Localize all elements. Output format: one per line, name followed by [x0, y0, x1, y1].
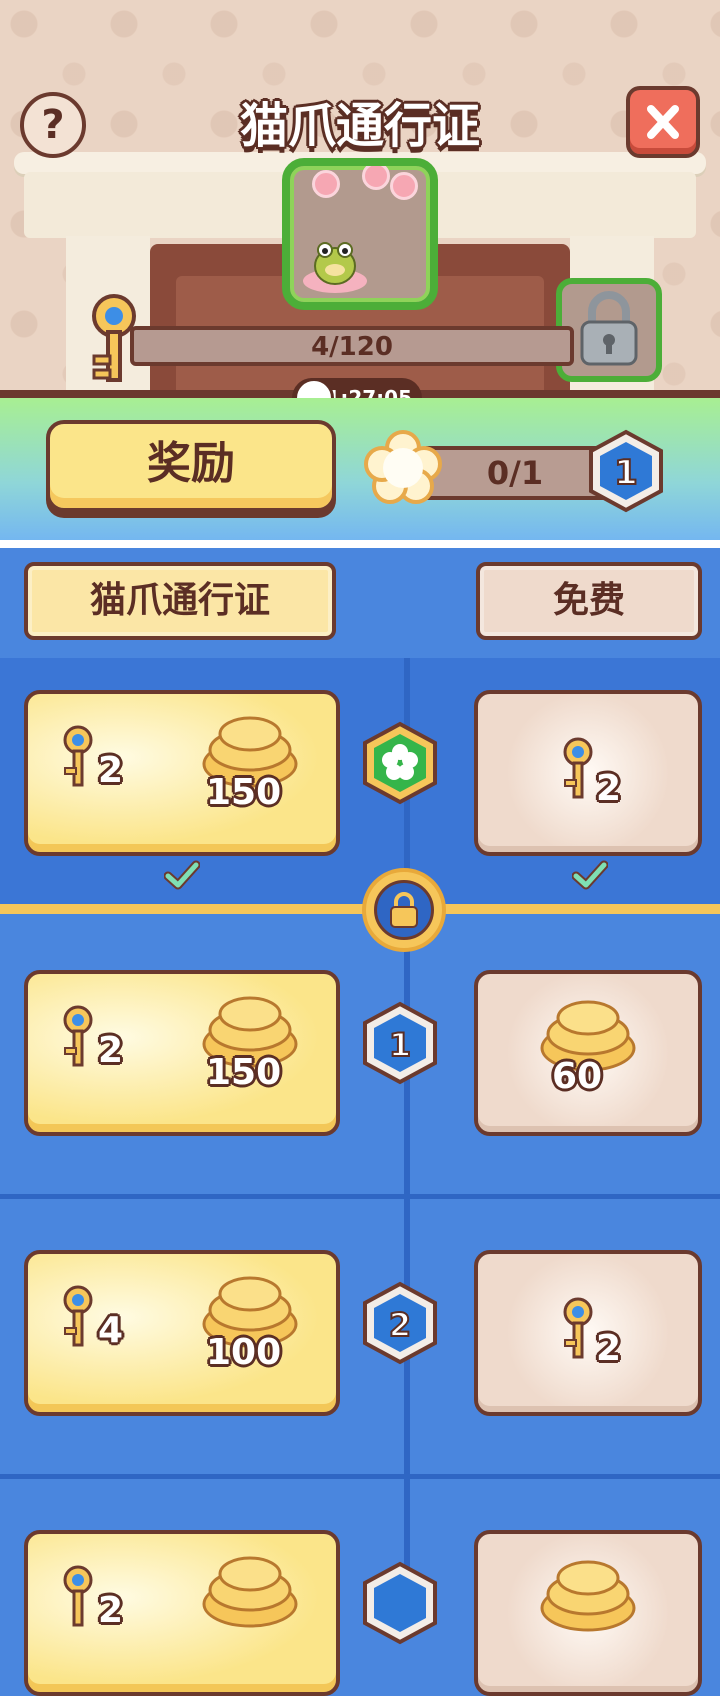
level-hex-badge: 1 [589, 429, 663, 513]
coin-quantity: 100 [206, 1332, 282, 1373]
level-hex-badge: 2 [363, 1281, 437, 1365]
rewards-button-label: 奖励 [147, 438, 235, 489]
coin-stack-icon [202, 1556, 298, 1628]
checkmark-icon [164, 860, 200, 890]
flower-hex-badge [363, 721, 437, 805]
pass-reward-card[interactable]: 2 150 [24, 970, 340, 1136]
flower-icon [362, 166, 390, 190]
key-quantity: 2 [596, 1328, 622, 1369]
coin-quantity: 60 [552, 1056, 603, 1097]
level-hex-badge [363, 1561, 437, 1645]
coin-quantity: 150 [206, 1052, 282, 1093]
unlock-line [0, 904, 720, 914]
close-x-icon [647, 105, 679, 139]
tab-free[interactable]: 免费 [476, 562, 702, 640]
key-icon [92, 294, 136, 382]
free-reward-card[interactable]: 60 [474, 970, 702, 1136]
paw-flower-icon [364, 430, 442, 504]
key-quantity: 4 [98, 1310, 124, 1351]
key-icon [63, 1005, 93, 1067]
header: ? 猫爪通行证 4/120 [0, 0, 720, 398]
rewards-button[interactable]: 奖励 [46, 420, 336, 512]
padlock-icon [374, 880, 434, 940]
tab-free-label: 免费 [552, 580, 625, 621]
pass-progress-bar: 4/120 [130, 326, 574, 366]
pass-progress-text: 4/120 [311, 332, 393, 362]
frog-icon [303, 242, 367, 293]
section-separator [0, 540, 720, 548]
level-number: 1 [389, 1026, 411, 1064]
reward-list[interactable]: 2 150 2 2 150 1 60 4 100 2 2 2 [0, 658, 720, 1696]
level-progress-text: 0/1 [486, 454, 544, 492]
flower-icon [312, 170, 340, 198]
row-divider [0, 1194, 720, 1199]
key-icon [563, 737, 593, 799]
key-icon [563, 1297, 593, 1359]
pass-reward-card[interactable]: 2 150 [24, 690, 340, 856]
key-quantity: 2 [98, 750, 124, 791]
page-title: 猫爪通行证 [239, 98, 480, 154]
key-icon [63, 725, 93, 787]
free-reward-card[interactable]: 2 [474, 690, 702, 856]
free-reward-card[interactable]: 2 [474, 1250, 702, 1416]
level-number: 2 [389, 1306, 411, 1344]
coin-stack-icon [540, 1560, 636, 1632]
key-quantity: 2 [596, 768, 622, 809]
flower-icon [390, 172, 418, 200]
free-reward-card[interactable] [474, 1530, 702, 1696]
pass-reward-card[interactable]: 4 100 [24, 1250, 340, 1416]
tab-paw-pass-label: 猫爪通行证 [89, 580, 270, 621]
unlock-marker [362, 868, 446, 952]
coin-quantity: 150 [206, 772, 282, 813]
reward-frame-frog [282, 158, 438, 310]
padlock-icon [580, 291, 638, 366]
key-icon [63, 1565, 93, 1627]
key-icon [63, 1285, 93, 1347]
level-number: 1 [614, 453, 638, 493]
level-hex-badge: 1 [363, 1001, 437, 1085]
close-button[interactable] [626, 86, 700, 158]
key-quantity: 2 [98, 1590, 124, 1631]
checkmark-icon [572, 860, 608, 890]
tab-paw-pass[interactable]: 猫爪通行证 [24, 562, 336, 640]
pass-reward-card[interactable]: 2 [24, 1530, 340, 1696]
row-divider [0, 1474, 720, 1479]
key-quantity: 2 [98, 1030, 124, 1071]
level-progress-bar: 0/1 [420, 446, 610, 500]
